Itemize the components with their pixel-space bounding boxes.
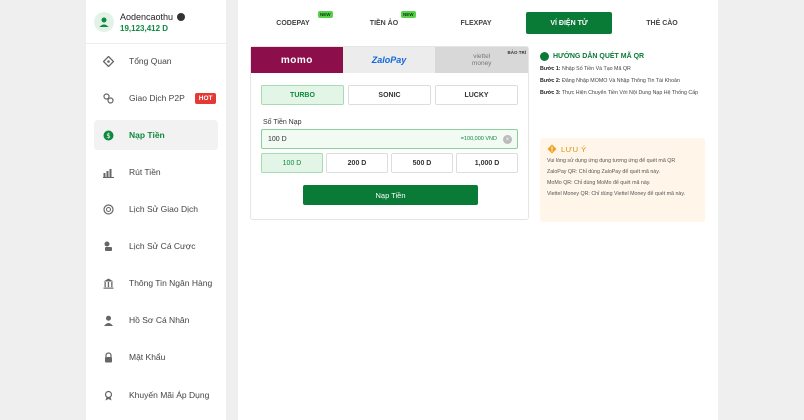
tab-crypto[interactable]: TIỀN ẢO NEW [341,11,427,34]
sidebar-item-withdraw[interactable]: Rút Tiền [94,157,218,187]
amount-label: Số Tiền Nạp [263,119,302,126]
tab-e-wallet[interactable]: VÍ ĐIỆN TỬ [526,12,612,34]
tab-flexpay[interactable]: FLEXPAY [433,12,519,34]
user-profile[interactable]: Aodencaothu 19,123,412 D [94,8,218,36]
hot-badge: HOT [194,92,217,104]
tab-codepay[interactable]: CODEPAY NEW [250,11,336,34]
zalopay-logo: ZaloPay [371,55,407,65]
preset-amount-200[interactable]: 200 D [326,153,388,173]
clear-icon[interactable]: × [503,135,512,144]
notice-line: ZaloPay QR: Chỉ dùng ZaloPay để quét mã … [547,169,660,175]
deposit-card: momo ZaloPay BẢO TRÌ viettel money TURBO… [250,46,529,220]
amount-value: 100 D [268,135,287,143]
divider [86,43,226,44]
sidebar-item-transaction-history[interactable]: Lịch Sử Giao Dịch [94,194,218,224]
tab-label: TIỀN ẢO [369,19,399,27]
withdraw-icon [102,166,114,178]
guide-step: Bước 2: Đăng Nhập MOMO Và Nhập Thông Tin… [540,77,704,85]
history-icon [102,203,114,215]
main-panel: CODEPAY NEW TIỀN ẢO NEW FLEXPAY VÍ ĐIỆN … [238,0,718,420]
speed-lucky[interactable]: LUCKY [435,85,518,105]
speed-turbo[interactable]: TURBO [261,85,344,105]
qr-guide-icon [540,52,549,61]
momo-logo: momo [280,54,313,66]
viettel-money-logo: viettel money [472,53,492,67]
tab-scratch-card[interactable]: THẺ CÀO [619,12,705,34]
overview-icon [102,55,114,67]
viettel-logo-line2: money [471,60,492,67]
new-badge: NEW [318,11,333,18]
notice-title: LƯU Ý [561,144,587,154]
sidebar: Aodencaothu 19,123,412 D Tổng Quan Giao … [86,0,226,420]
sidebar-item-p2p[interactable]: Giao Dịch P2P HOT [94,83,218,113]
lock-icon [102,351,114,363]
guide-step-prefix: Bước 2: [540,78,561,84]
preset-amount-1000[interactable]: 1,000 D [456,153,518,173]
deposit-submit-button[interactable]: Nạp Tiền [303,185,478,205]
qr-guide: HƯỚNG DẪN QUÉT MÃ QR Bước 1: Nhập Số Tiề… [540,52,704,97]
notice-box: LƯU Ý Vui lòng sử dụng ứng dụng tương ứn… [540,138,705,222]
sidebar-item-overview[interactable]: Tổng Quan [94,46,218,76]
guide-step-prefix: Bước 1: [540,66,561,72]
gateway-speed-selector: TURBO SONIC LUCKY [261,85,518,105]
sidebar-item-promotions[interactable]: Khuyến Mãi Áp Dụng [94,380,218,410]
guide-step-text: Nhập Số Tiền Và Tạo Mã QR [560,66,631,72]
sidebar-item-label: Lịch Sử Giao Dịch [129,204,198,214]
username: Aodencaothu [120,11,174,22]
profile-icon [102,314,114,326]
bet-history-icon [102,240,114,252]
svg-text:$: $ [106,132,110,140]
notice-line: Viettel Money QR: Chỉ dùng Viettel Money… [547,191,686,197]
amount-conversion-hint: =100,000 VND [460,136,497,142]
notice-line: MoMo QR: Chỉ dùng MoMo để quét mã này. [547,180,651,186]
sidebar-item-label: Giao Dịch P2P [129,93,185,103]
tab-label: THẺ CÀO [646,19,678,27]
notice-line: Vui lòng sử dụng ứng dụng tương ứng để q… [547,158,676,164]
guide-step-prefix: Bước 3: [540,90,561,96]
sidebar-item-label: Nạp Tiền [129,130,165,140]
avatar [94,12,114,32]
amount-input[interactable]: 100 D =100,000 VND × [261,129,518,149]
guide-step-text: Thực Hiện Chuyển Tiền Với Nội Dung Nạp H… [560,90,699,96]
sidebar-item-label: Thông Tin Ngân Hàng [129,278,213,288]
warning-icon [547,144,557,154]
sidebar-item-profile[interactable]: Hồ Sơ Cá Nhân [94,305,218,335]
wallet-viettel-money[interactable]: BẢO TRÌ viettel money [435,47,529,73]
user-icon [99,17,109,27]
refresh-balance-icon[interactable] [177,12,186,21]
guide-step: Bước 1: Nhập Số Tiền Và Tạo Mã QR [540,65,704,73]
bank-icon [102,277,114,289]
sidebar-item-password[interactable]: Mật Khẩu [94,342,218,372]
tab-label: CODEPAY [276,19,310,27]
sidebar-item-bet-history[interactable]: Lịch Sử Cá Cược [94,231,218,261]
sidebar-item-label: Tổng Quan [129,56,172,66]
wallet-selector: momo ZaloPay BẢO TRÌ viettel money [251,47,529,73]
tab-label: FLEXPAY [460,19,492,27]
deposit-method-tabs: CODEPAY NEW TIỀN ẢO NEW FLEXPAY VÍ ĐIỆN … [250,11,706,34]
sidebar-item-label: Rút Tiền [129,167,161,177]
wallet-zalopay[interactable]: ZaloPay [342,47,436,73]
qr-guide-title: HƯỚNG DẪN QUÉT MÃ QR [553,53,645,60]
guide-step-text: Đăng Nhập MOMO Và Nhập Thông Tin Tài Kho… [560,78,680,84]
new-badge: NEW [401,11,416,18]
maintenance-badge: BẢO TRÌ [507,50,527,55]
deposit-icon: $ [102,129,114,141]
promo-icon [102,389,114,401]
user-balance: 19,123,412 D [120,23,169,33]
preset-amount-500[interactable]: 500 D [391,153,453,173]
sidebar-item-bank-info[interactable]: Thông Tin Ngân Hàng [94,268,218,298]
sidebar-item-label: Lịch Sử Cá Cược [129,241,196,251]
tab-label: VÍ ĐIỆN TỬ [550,19,588,27]
speed-sonic[interactable]: SONIC [348,85,431,105]
sidebar-item-deposit[interactable]: $ Nạp Tiền [94,120,218,150]
viettel-logo-line1: viettel [473,53,491,60]
sidebar-item-label: Khuyến Mãi Áp Dụng [129,390,210,400]
sidebar-item-label: Hồ Sơ Cá Nhân [129,315,190,325]
preset-amount-100[interactable]: 100 D [261,153,323,173]
wallet-momo[interactable]: momo [251,47,343,73]
p2p-icon [102,92,114,104]
sidebar-item-label: Mật Khẩu [129,352,166,362]
guide-step: Bước 3: Thực Hiện Chuyển Tiền Với Nội Du… [540,89,704,97]
